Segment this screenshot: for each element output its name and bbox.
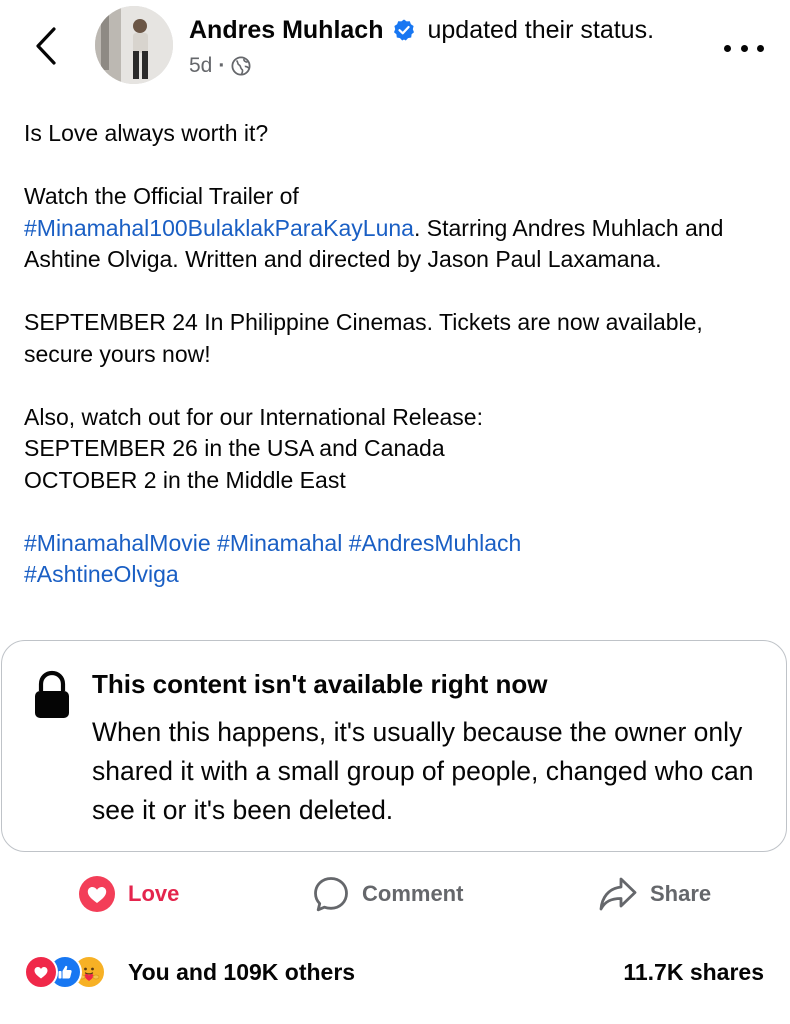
- avatar[interactable]: [95, 6, 173, 84]
- avatar-photo: [95, 6, 173, 84]
- share-label: Share: [650, 881, 712, 906]
- share-icon: [599, 877, 637, 911]
- globe-icon: [231, 56, 251, 76]
- hashtag-list: #MinamahalMovie #Minamahal #AndresMuhlac…: [24, 528, 772, 591]
- reaction-count[interactable]: You and 109K others: [128, 956, 355, 988]
- hashtag-link[interactable]: #AshtineOlviga: [24, 561, 179, 587]
- post-paragraph: Also, watch out for our International Re…: [24, 402, 772, 497]
- shares-count[interactable]: 11.7K shares: [623, 956, 764, 988]
- post-line: Also, watch out for our International Re…: [24, 403, 483, 430]
- status-action-text: updated their status.: [427, 16, 655, 44]
- post-line: SEPTEMBER 24 In Philippine Cinemas. Tick…: [24, 309, 703, 367]
- more-icon[interactable]: [724, 36, 764, 60]
- love-label: Love: [128, 881, 180, 906]
- share-button[interactable]: Share: [598, 866, 711, 922]
- post-paragraph: Watch the Official Trailer of #Minamahal…: [24, 181, 772, 276]
- hashtag-link[interactable]: #Minamahal: [217, 530, 342, 556]
- post-line: Watch the Official Trailer of: [24, 183, 299, 209]
- meta-separator: ·: [218, 54, 226, 77]
- back-button[interactable]: [26, 24, 66, 68]
- lock-icon: [35, 670, 69, 718]
- unavailable-content-card: This content isn't available right now W…: [1, 640, 787, 852]
- comment-button[interactable]: Comment: [312, 866, 463, 922]
- post-line: OCTOBER 2 in the Middle East: [24, 466, 346, 493]
- reaction-icons[interactable]: [24, 955, 106, 989]
- post-time[interactable]: 5d: [189, 52, 212, 80]
- unavailable-title: This content isn't available right now: [92, 669, 548, 699]
- post-text: Is Love always worth it? Watch the Offic…: [24, 118, 772, 591]
- back-arrow-icon: [36, 27, 56, 65]
- comment-label: Comment: [362, 881, 464, 906]
- hashtag-link[interactable]: #AndresMuhlach: [349, 530, 522, 556]
- love-icon: [79, 876, 115, 912]
- post-paragraph: SEPTEMBER 24 In Philippine Cinemas. Tick…: [24, 307, 772, 370]
- author-line: Andres Muhlach updated their status.: [189, 14, 654, 46]
- hashtag-link[interactable]: #Minamahal100BulaklakParaKayLuna: [24, 215, 414, 241]
- post-line: SEPTEMBER 26 in the USA and Canada: [24, 435, 445, 461]
- comment-icon: [314, 877, 348, 912]
- love-button[interactable]: Love: [78, 866, 179, 922]
- unavailable-message: When this happens, it's usually because …: [92, 717, 754, 825]
- love-reaction-icon: [24, 955, 58, 989]
- post-actions: Love Comment Share: [0, 866, 790, 922]
- post-line: Is Love always worth it?: [24, 120, 269, 146]
- reactions-footer: You and 109K others 11.7K shares: [0, 948, 790, 996]
- verified-badge-icon: [392, 18, 416, 42]
- author-name[interactable]: Andres Muhlach: [189, 14, 383, 46]
- post-paragraph: Is Love always worth it?: [24, 118, 772, 150]
- post-meta: 5d ·: [189, 52, 251, 80]
- post-header: Andres Muhlach updated their status. 5d …: [0, 0, 790, 100]
- hashtag-link[interactable]: #MinamahalMovie: [24, 530, 211, 556]
